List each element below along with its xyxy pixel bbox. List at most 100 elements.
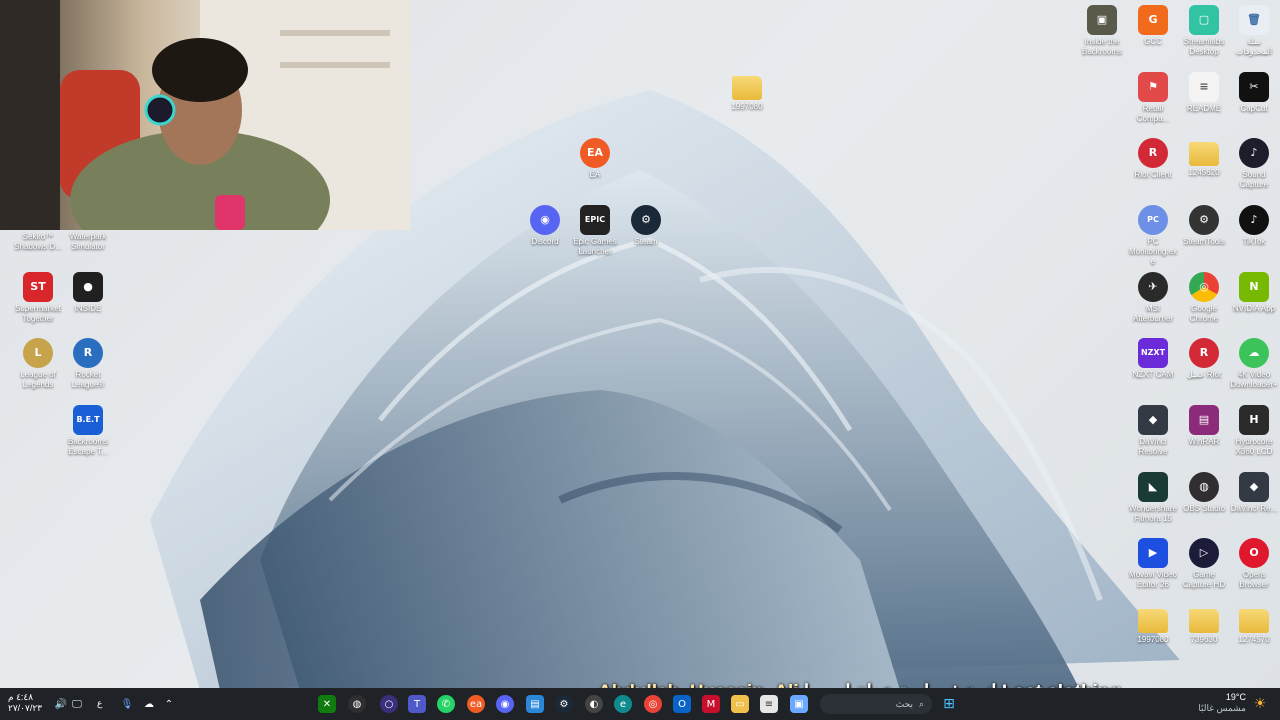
icon-label: Retail Compa... (1136, 104, 1170, 123)
folder-icon (1189, 609, 1219, 633)
obs-taskbar-icon[interactable]: ◍ (348, 695, 366, 713)
webcam-scene (0, 0, 410, 230)
ea-taskbar-icon[interactable]: ea (467, 695, 485, 713)
desktop-icon-filmora[interactable]: ◣ Wondershare Filmora 15 (1127, 472, 1179, 524)
tiktok-icon: ♪ (1239, 205, 1269, 235)
icon-label: 739630 (1190, 635, 1218, 644)
app-taskbar-icon[interactable]: ▣ (790, 695, 808, 713)
desktop-icon-riot-ar[interactable]: R عميل Riot (1178, 338, 1230, 380)
network-icon[interactable]: 🖵 (68, 695, 86, 713)
desktop-icon-waterpark[interactable]: Waterpark Simulator (62, 232, 114, 252)
language-indicator[interactable]: ع (97, 698, 102, 709)
windows-start-icon[interactable]: ⊞ (940, 695, 958, 713)
chrome-icon: ◎ (1189, 272, 1219, 302)
desktop-icon-nzxt-cam[interactable]: NZXT NZXT CAM (1127, 338, 1179, 380)
icon-label: سلة المحذوفات (1235, 37, 1273, 56)
desktop-icon-recycle-bin[interactable]: 🗑 سلة المحذوفات (1228, 5, 1280, 57)
filmora-icon: ◣ (1138, 472, 1168, 502)
epic-games-icon: EPIC (580, 205, 610, 235)
clock-time: ٤:٤٨ م (8, 692, 34, 702)
desktop-icon-backrooms-escape[interactable]: B.E.T Backrooms Escape T... (62, 405, 114, 457)
msi-taskbar-icon[interactable]: M (702, 695, 720, 713)
pc-monitoring-icon: PC (1138, 205, 1168, 235)
weather-widget[interactable]: 19°C مشمس غالبًا (1196, 692, 1246, 714)
weather-sun-icon: ☀ (1253, 696, 1267, 712)
icon-label: Game Capture HD (1182, 570, 1226, 589)
desktop-icon-google-chrome[interactable]: ◎ Google Chrome (1178, 272, 1230, 324)
chevron-up-icon[interactable]: ⌃ (160, 695, 178, 713)
icon-label: Sekiro™ Shadows D... (14, 232, 62, 251)
edge-taskbar-icon[interactable]: e (614, 695, 632, 713)
folder-icon (1138, 609, 1168, 633)
desktop-icon-winrar[interactable]: ▤ WinRAR (1178, 405, 1230, 447)
steam-taskbar-icon[interactable]: ⚙ (555, 695, 573, 713)
notepad-taskbar-icon[interactable]: ≡ (760, 695, 778, 713)
microphone-icon[interactable]: 🎙 (118, 695, 136, 713)
desktop-icon-opera[interactable]: O Opera Browser (1228, 538, 1280, 590)
desktop-icon-league-of-legends[interactable]: L League of Legends (12, 338, 64, 390)
desktop-icon-rocket-league[interactable]: R Rocket League® (62, 338, 114, 390)
file-explorer-taskbar-icon[interactable]: ▭ (731, 695, 749, 713)
desktop-icon-inside[interactable]: ● INSIDE (62, 272, 114, 314)
desktop-icon-ea[interactable]: EA EA (569, 138, 621, 180)
store-taskbar-icon[interactable]: ▤ (526, 695, 544, 713)
whatsapp-taskbar-icon[interactable]: ✆ (437, 695, 455, 713)
desktop-icon-gcc[interactable]: G GCC (1127, 5, 1179, 47)
xbox-taskbar-icon[interactable]: ✕ (318, 695, 336, 713)
desktop-icon-nvidia-app[interactable]: N NVIDIA App (1228, 272, 1280, 314)
icon-label: Inside the Backrooms (1081, 37, 1122, 56)
icon-label: Riot Client (1134, 170, 1172, 179)
league-icon: L (23, 338, 53, 368)
webcam-overlay (0, 0, 410, 230)
discord-taskbar-icon[interactable]: ◉ (496, 695, 514, 713)
desktop-icon-steamtools[interactable]: ⚙ SteamTools (1178, 205, 1230, 247)
desktop-icon-streamlabs[interactable]: ▢ Streamlabs Desktop (1178, 5, 1230, 57)
desktop-icon-folder-739630[interactable]: 739630 (1178, 605, 1230, 645)
desktop-icon-inside-the-backrooms[interactable]: ▣ Inside the Backrooms (1076, 5, 1128, 57)
desktop-icon-steam[interactable]: ⚙ Steam (620, 205, 672, 247)
desktop-icon-sound-capture[interactable]: ♪ Sound Capture (1228, 138, 1280, 190)
desktop-icon-pc-monitoring[interactable]: PC PC Monitoring.exe (1127, 205, 1179, 267)
desktop-icon-davinci-resolve[interactable]: ◆ DaVinci Resolve (1127, 405, 1179, 457)
desktop-icon-game-capture-hd[interactable]: ▷ Game Capture HD (1178, 538, 1230, 590)
desktop-icon-capcut[interactable]: ✂ CapCut (1228, 72, 1280, 114)
taskbar-clock[interactable]: ٤:٤٨ م ٢٧/٠٧/٢٣ (8, 692, 42, 714)
desktop-icon-hydrocore[interactable]: H Hydrocore X360 LCD (1228, 405, 1280, 457)
desktop-icon-supermarket-together[interactable]: ST Supermarket Together (12, 272, 64, 324)
taskbar: ٤:٤٨ م ٢٧/٠٧/٢٣ 🔊 🖵 ع 🎙 ☁ ⌃ ✕ ◍ ○ T ✆ ea… (0, 688, 1280, 720)
desktop-icon-discord[interactable]: ◉ Discord (519, 205, 571, 247)
desktop-icon-folder-1245620[interactable]: 1245620 (1178, 138, 1230, 178)
hydrocore-icon: H (1239, 405, 1269, 435)
weather-desc: مشمس غالبًا (1198, 703, 1246, 713)
outlook-taskbar-icon[interactable]: O (673, 695, 691, 713)
desktop-icon-davinci-resolve-2[interactable]: ◆ DaVinci Re... (1228, 472, 1280, 514)
icon-label: PC Monitoring.exe (1128, 237, 1178, 266)
desktop-icon-sekiro[interactable]: Sekiro™ Shadows D... (12, 232, 64, 252)
onedrive-icon[interactable]: ☁ (140, 695, 158, 713)
desktop-icon-folder-1997080-top[interactable]: 1997080 (721, 72, 773, 112)
icon-label: 4K Video Downloader+ (1230, 370, 1278, 389)
folder-icon (1189, 142, 1219, 166)
game-capture-icon: ▷ (1189, 538, 1219, 568)
icon-label: Epic Games Launcher (573, 237, 617, 256)
desktop-icon-movavi[interactable]: ▶ Movavi Video Editor 26 (1127, 538, 1179, 590)
chrome-taskbar-icon[interactable]: ◎ (644, 695, 662, 713)
desktop-icon-4k-video-downloader[interactable]: ☁ 4K Video Downloader+ (1228, 338, 1280, 390)
icon-label: NVIDIA App (1232, 304, 1276, 313)
teams-taskbar-icon[interactable]: T (408, 695, 426, 713)
taskbar-search-box[interactable]: بحث ⌕ (820, 694, 932, 714)
desktop-icon-epic-games[interactable]: EPIC Epic Games Launcher (569, 205, 621, 257)
desktop-icon-retail-company[interactable]: ⚑ Retail Compa... (1127, 72, 1179, 124)
steamtools-taskbar-icon[interactable]: ◐ (585, 695, 603, 713)
desktop-icon-folder-1997080[interactable]: 1997080 (1127, 605, 1179, 645)
icon-label: 1997080 (731, 102, 763, 111)
desktop-icon-readme[interactable]: ≡ README (1178, 72, 1230, 114)
obs-icon: ◍ (1189, 472, 1219, 502)
cortana-taskbar-icon[interactable]: ○ (380, 695, 398, 713)
desktop-icon-obs-studio[interactable]: ◍ OBS Studio (1178, 472, 1230, 514)
desktop-icon-msi-afterburner[interactable]: ✈ MSI Afterburner (1127, 272, 1179, 324)
desktop-icon-folder-1274570[interactable]: 1274570 (1228, 605, 1280, 645)
desktop-icon-riot-client[interactable]: R Riot Client (1127, 138, 1179, 180)
rocket-league-icon: R (73, 338, 103, 368)
desktop-icon-tiktok[interactable]: ♪ TikTok (1228, 205, 1280, 247)
